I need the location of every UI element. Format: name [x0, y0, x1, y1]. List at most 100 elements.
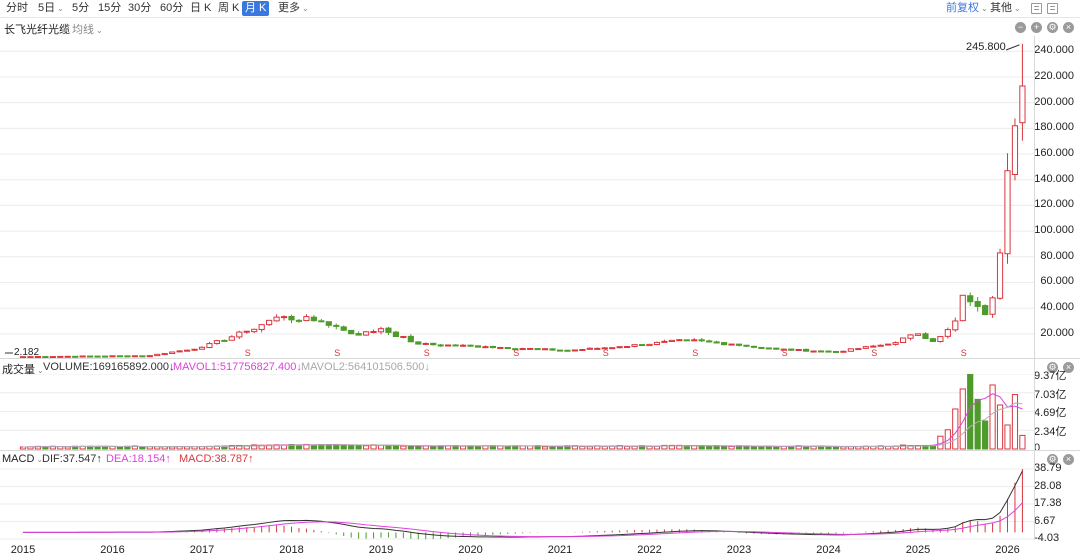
candle-body: [94, 355, 101, 358]
volume-bar: [996, 404, 1004, 450]
price-tick-label: 40.000: [1040, 301, 1074, 314]
chevron-down-icon: ⌄: [57, 4, 64, 13]
candle-body: [325, 321, 332, 326]
volume-bar: [385, 445, 392, 450]
x-tick-label: 2015: [10, 544, 36, 556]
add-icon[interactable]: +: [1031, 22, 1042, 33]
price-tick-label: 200.000: [1034, 95, 1074, 108]
timeframe-tab-0[interactable]: 分时: [4, 1, 30, 16]
candle-body: [773, 347, 780, 350]
chevron-down-icon: ⌄: [1014, 4, 1021, 13]
candle-body: [541, 348, 549, 351]
candle-body: [788, 348, 795, 351]
close-icon[interactable]: ×: [1063, 22, 1074, 33]
indicator-selector[interactable]: 均线 ⌄: [72, 21, 103, 37]
volume-header: 成交量 ⌄ VOLUME:169165892.000↓ MAVOL1:517756…: [0, 358, 1080, 376]
candle-body: [937, 336, 944, 343]
candle-body: [549, 348, 556, 351]
candle-body: [847, 348, 854, 352]
timeframe-tab-8[interactable]: 月 K: [242, 1, 270, 16]
candle-body: [124, 355, 131, 358]
timeframe-tab-3[interactable]: 15分: [96, 1, 123, 16]
candle-body: [750, 345, 758, 348]
volume-chart[interactable]: [0, 374, 1080, 450]
candle-body: [482, 346, 489, 349]
price-chart[interactable]: SSSSSSSSS: [0, 36, 1080, 358]
high-label: 245.800: [966, 41, 1006, 53]
grid-icon[interactable]: [1047, 3, 1058, 14]
candle-body: [564, 349, 571, 352]
candle-body: [355, 333, 362, 336]
candle-body: [251, 328, 258, 333]
candle-body: [616, 346, 623, 349]
candle-body: [183, 349, 191, 352]
candle-body: [638, 344, 646, 347]
minimize-icon[interactable]: −: [1015, 22, 1026, 33]
price-tick-label: 180.000: [1034, 121, 1074, 134]
candle-body: [795, 349, 802, 352]
volume-bar: [340, 444, 347, 450]
volume-bar: [355, 444, 362, 450]
candle-body: [661, 340, 668, 343]
volume-tick-label: 2.34亿: [1034, 426, 1067, 439]
price-adjust-dropdown[interactable]: 前复权 ⌄: [944, 1, 990, 16]
macd-chart[interactable]: [0, 466, 1080, 542]
candle-body: [840, 350, 847, 353]
candle-body: [817, 350, 825, 353]
candle-body: [907, 334, 914, 339]
price-tick-label: 120.000: [1034, 198, 1074, 211]
candle-body: [295, 319, 303, 322]
timeframe-tab-2[interactable]: 5分: [70, 1, 91, 16]
candle-body: [154, 353, 161, 357]
dea-value: DEA:18.154↑: [106, 453, 171, 465]
volume-bar: [728, 445, 735, 450]
candle-body: [348, 329, 355, 335]
candle-body: [489, 345, 496, 349]
close-icon[interactable]: ×: [1063, 454, 1074, 465]
timeframe-label: 周 K: [218, 2, 240, 14]
candle-body: [691, 339, 698, 342]
macd-tick-label: -4.03: [1034, 532, 1060, 544]
candle-body: [318, 320, 325, 323]
mavol2-line: [22, 402, 1023, 448]
macd-title[interactable]: MACD ⌄: [2, 453, 43, 465]
volume-bar: [840, 446, 847, 450]
dif-value: DIF:37.547↑: [42, 453, 102, 465]
candle-body: [967, 295, 974, 303]
price-tick-label: 20.000: [1040, 326, 1074, 339]
candle-body: [116, 355, 124, 358]
chevron-down-icon: ⌄: [302, 4, 309, 13]
table-icon[interactable]: [1031, 3, 1042, 14]
volume-bar: [348, 444, 355, 450]
volume-bar: [631, 445, 638, 450]
timeframe-tab-1[interactable]: 5日 ⌄: [36, 1, 66, 16]
candle-body: [862, 346, 869, 349]
candle-body: [720, 342, 728, 346]
x-tick-label: 2024: [816, 544, 841, 556]
timeframe-tab-7[interactable]: 周 K: [216, 1, 241, 16]
volume-bar: [1004, 424, 1011, 450]
timeframe-tab-5[interactable]: 60分: [158, 1, 185, 16]
timeframe-tab-6[interactable]: 日 K: [188, 1, 213, 16]
low-label: 2.182: [14, 347, 40, 358]
candle-body: [683, 339, 690, 342]
mavol1-value: MAVOL1:517756827.400↓: [173, 361, 302, 373]
candle-body: [273, 316, 280, 322]
candle-body: [310, 316, 317, 322]
volume-tick-label: 7.03亿: [1034, 388, 1067, 401]
volume-bar: [773, 446, 780, 450]
candle-body: [392, 331, 400, 338]
candle-body: [974, 301, 981, 307]
candle-body: [176, 350, 183, 353]
timeframe-tab-4[interactable]: 30分: [126, 1, 153, 16]
settings-icon[interactable]: ⚙: [1047, 22, 1058, 33]
price-tick-label: 100.000: [1034, 224, 1074, 237]
x-tick-label: 2023: [726, 544, 752, 556]
other-dropdown[interactable]: 其他 ⌄: [988, 1, 1023, 16]
candle-body: [1011, 125, 1019, 175]
candle-body: [571, 349, 579, 352]
timeframe-tab-9[interactable]: 更多 ⌄: [276, 1, 311, 16]
candle-body: [236, 331, 243, 338]
dividend-marker: S: [871, 348, 877, 358]
candle-body: [728, 343, 735, 346]
